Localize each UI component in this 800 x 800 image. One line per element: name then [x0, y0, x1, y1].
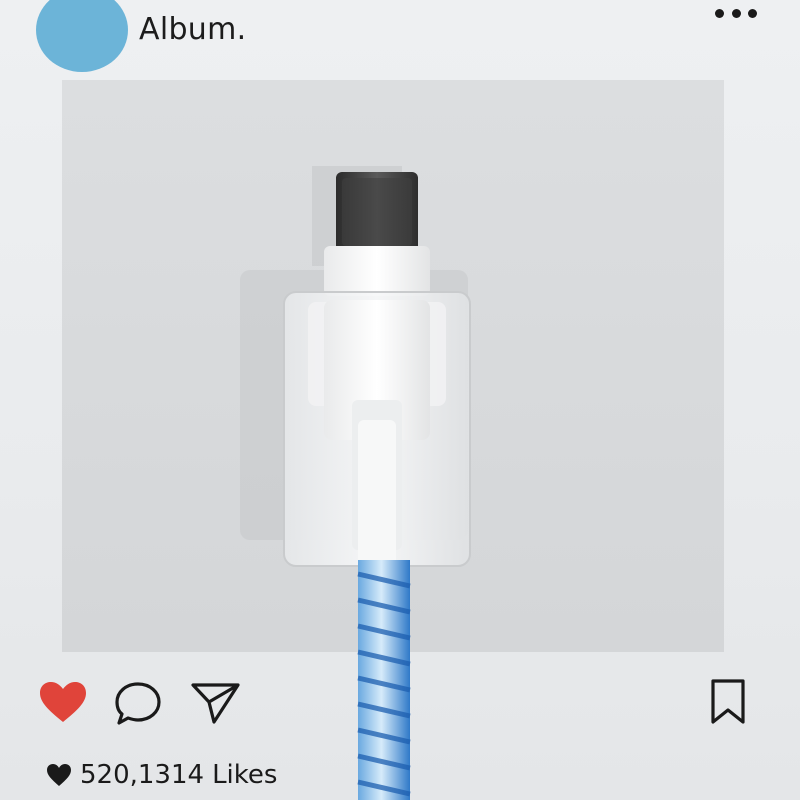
usb-cable-protector-image — [240, 166, 471, 652]
bookmark-icon[interactable] — [709, 678, 747, 726]
comment-icon[interactable] — [113, 681, 163, 727]
post-actions-bar — [0, 668, 800, 728]
heart-small-icon — [47, 764, 71, 786]
heart-icon[interactable] — [38, 680, 88, 724]
send-icon[interactable] — [190, 680, 242, 726]
avatar[interactable] — [36, 0, 128, 72]
post-card: Album. 520,1314 Likes — [0, 0, 800, 800]
more-options-icon[interactable] — [715, 6, 757, 20]
post-photo — [62, 80, 724, 652]
post-username[interactable]: Album. — [139, 12, 246, 47]
likes-count: 520,1314 — [80, 760, 205, 790]
likes-summary[interactable]: 520,1314 Likes — [46, 755, 277, 795]
likes-label: Likes — [212, 760, 278, 790]
